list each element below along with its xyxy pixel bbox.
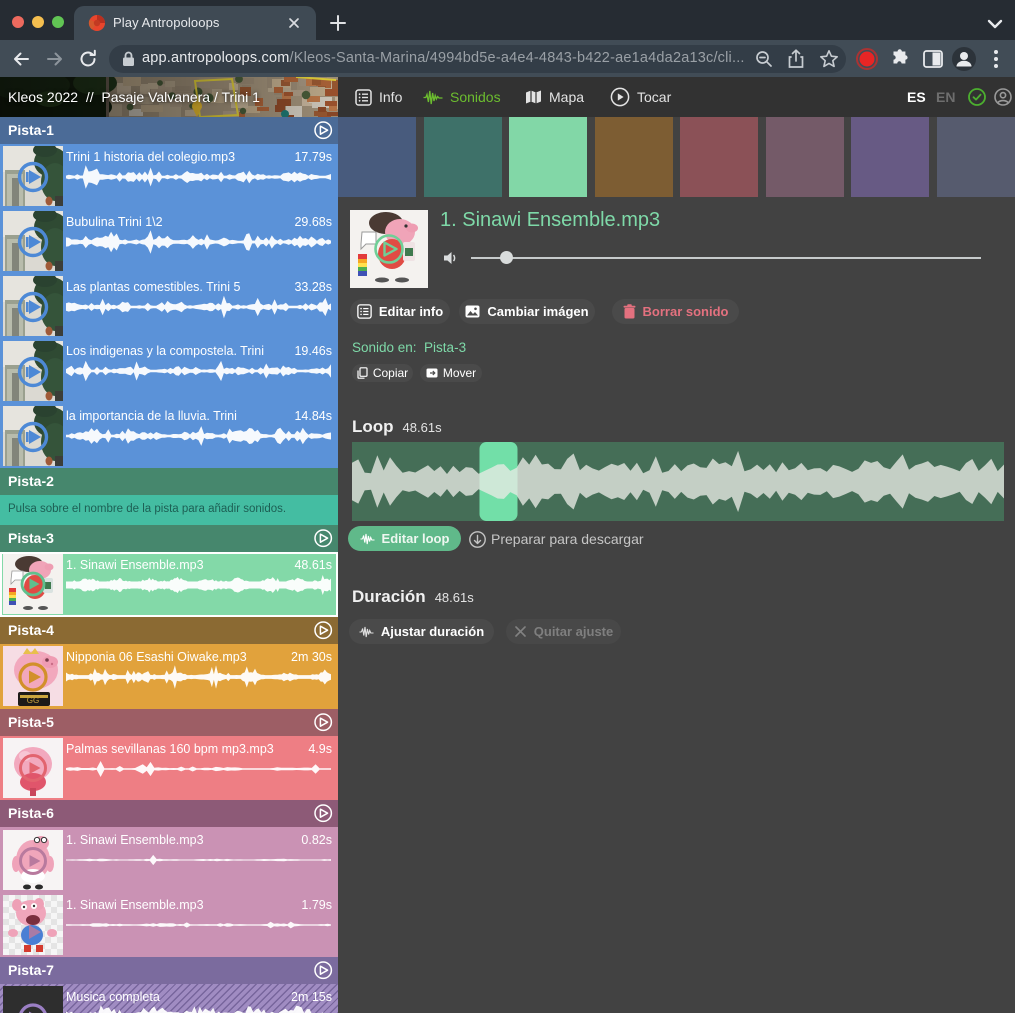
svg-text:GG: GG <box>27 696 39 705</box>
